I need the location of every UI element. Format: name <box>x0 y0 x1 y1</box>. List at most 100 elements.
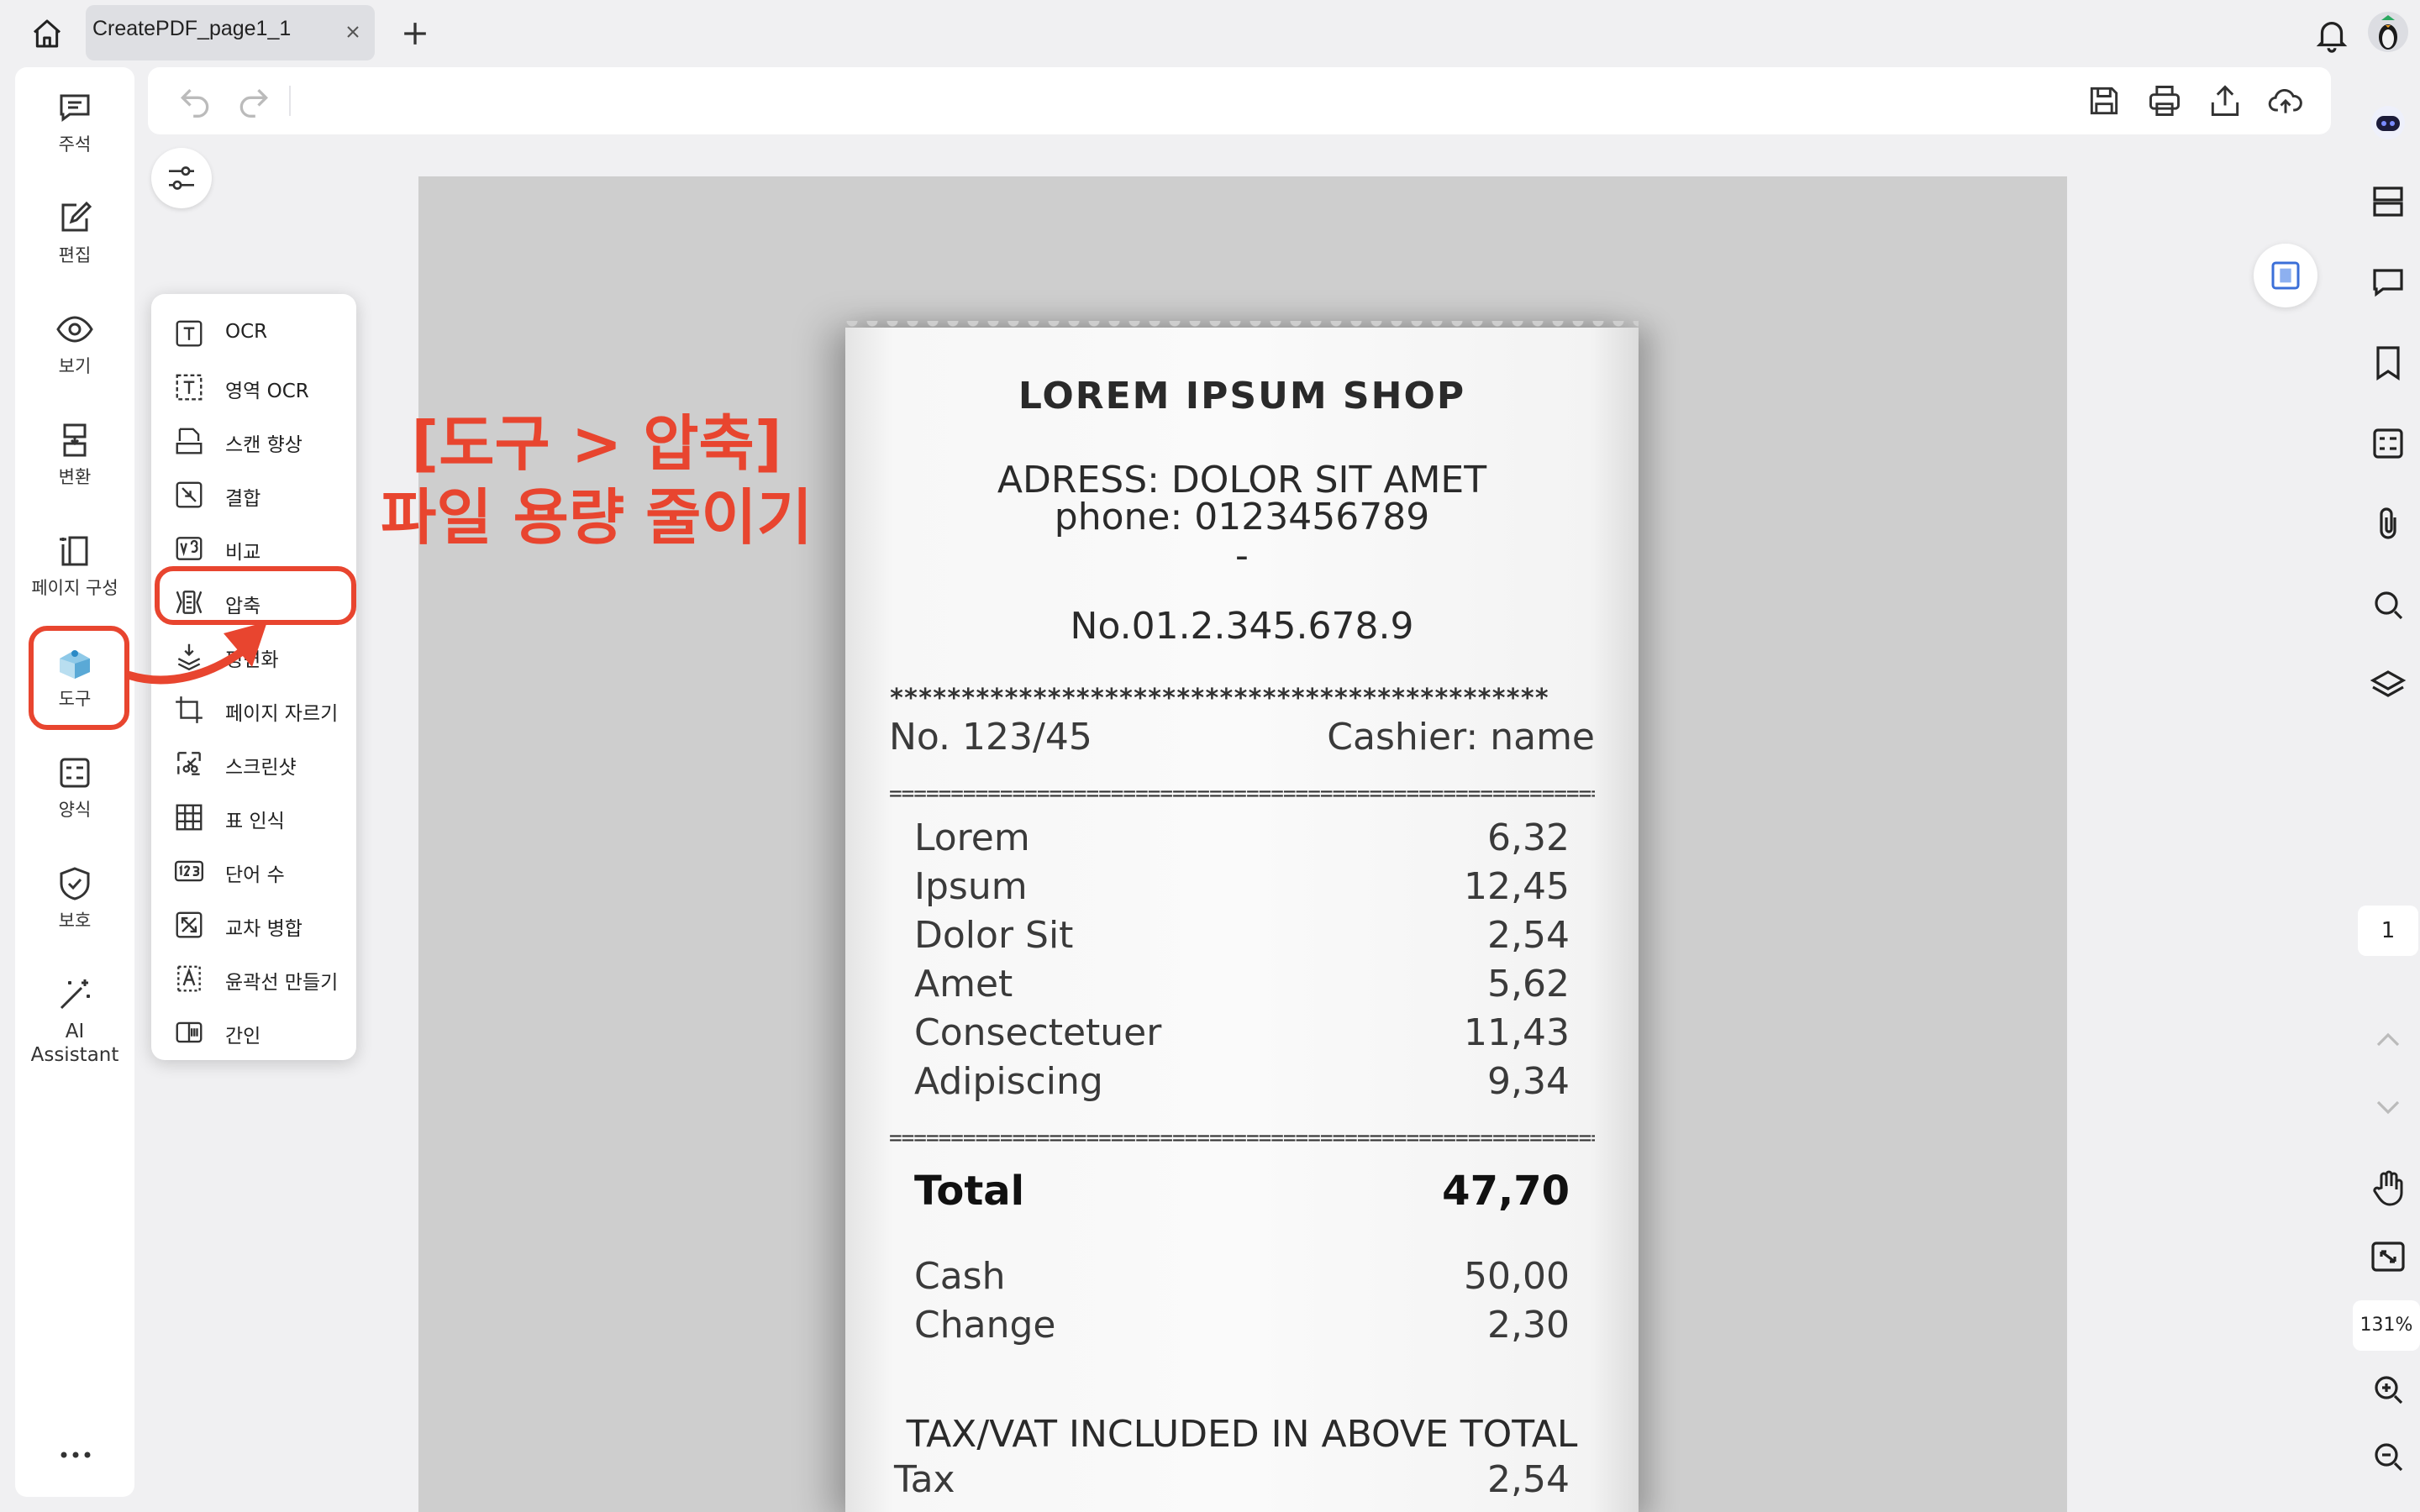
sidebar-item-view[interactable]: 보기 <box>15 309 134 378</box>
cloud-upload-icon[interactable] <box>2267 82 2304 119</box>
form-icon <box>55 753 95 793</box>
eye-icon <box>55 309 95 349</box>
zoom-out-icon[interactable] <box>2368 1436 2408 1477</box>
document-scan-icon <box>2271 261 2300 290</box>
menu-item-ocr[interactable]: OCR <box>151 306 356 360</box>
bell-icon[interactable] <box>2312 15 2351 54</box>
document-canvas[interactable]: LOREM IPSUM SHOP ADRESS: DOLOR SIT AMET … <box>418 176 2067 1512</box>
close-icon[interactable] <box>343 22 363 42</box>
screenshot-icon <box>173 748 205 780</box>
annotation-line-1: [도구 > 압축] <box>411 408 782 479</box>
combine-icon <box>173 479 205 511</box>
menu-item-label: 교차 병합 <box>225 918 302 940</box>
menu-item-word-count[interactable]: 단어 수 <box>151 843 356 897</box>
comment-panel-icon[interactable] <box>2368 262 2408 302</box>
print-icon[interactable] <box>2146 82 2183 119</box>
menu-item-label: 영역 OCR <box>225 381 309 402</box>
receipt-total-value: 47,70 <box>1442 1168 1570 1215</box>
sidebar-item-label: 페이지 구성 <box>31 578 118 598</box>
edit-icon <box>55 198 95 239</box>
receipt-shop-name: LOREM IPSUM SHOP <box>1018 375 1466 417</box>
tab-title: CreatePDF_page1_1 <box>92 17 292 40</box>
shield-icon <box>55 864 95 904</box>
receipt-item-name: Amet <box>914 963 1013 1005</box>
receipt-header-row: No. 123/45 Cashier: name <box>889 716 1595 759</box>
receipt-torn-edge <box>845 321 1639 334</box>
menu-item-label: 스캔 향상 <box>225 434 302 456</box>
undo-icon[interactable] <box>176 82 213 119</box>
receipt-item-row: Lorem 6,32 <box>914 816 1570 859</box>
sidebar-item-edit[interactable]: 편집 <box>15 198 134 267</box>
tools-highlight-outline <box>29 626 129 730</box>
top-bar: CreatePDF_page1_1 <box>0 0 2420 67</box>
menu-item-cross-merge[interactable]: 교차 병합 <box>151 897 356 951</box>
ocr-icon <box>173 318 205 349</box>
sidebar-item-convert[interactable]: 변환 <box>15 420 134 489</box>
save-icon[interactable] <box>2086 82 2123 119</box>
page-number-field[interactable]: 1 <box>2358 906 2418 956</box>
menu-item-label: 비교 <box>225 542 261 564</box>
divider <box>289 86 291 116</box>
receipt-order-no: No. 123/45 <box>889 716 1092 759</box>
attachment-icon[interactable] <box>2368 504 2408 544</box>
layout-icon[interactable] <box>2368 181 2408 222</box>
menu-item-label: 결합 <box>225 488 261 510</box>
menu-item-seal[interactable]: 간인 <box>151 1005 356 1058</box>
menu-item-outline[interactable]: 윤곽선 만들기 <box>151 951 356 1005</box>
menu-item-label: OCR <box>225 321 268 343</box>
share-icon[interactable] <box>2207 82 2244 119</box>
search-icon[interactable] <box>2368 585 2408 625</box>
sidebar-item-label: 편집 <box>58 245 92 265</box>
menu-item-table-recognize[interactable]: 표 인식 <box>151 790 356 843</box>
receipt-item-price: 2,54 <box>1487 914 1570 957</box>
compare-icon <box>173 533 205 564</box>
more-icon[interactable] <box>57 1446 94 1463</box>
word-count-icon <box>173 855 205 887</box>
receipt-cash-row: Cash 50,00 <box>914 1255 1570 1298</box>
receipt-item-name: Consectetuer <box>914 1011 1162 1054</box>
menu-item-scan-enhance[interactable]: 스캔 향상 <box>151 413 356 467</box>
receipt-item-row: Consectetuer 11,43 <box>914 1011 1570 1054</box>
cross-merge-icon <box>173 909 205 941</box>
zoom-in-icon[interactable] <box>2368 1369 2408 1410</box>
sidebar-item-page-organize[interactable]: 페이지 구성 <box>15 531 134 600</box>
sidebar-item-comment[interactable]: 주석 <box>15 87 134 156</box>
menu-item-screenshot[interactable]: 스크린샷 <box>151 736 356 790</box>
menu-item-area-ocr[interactable]: 영역 OCR <box>151 360 356 413</box>
receipt-item-price: 6,32 <box>1487 816 1570 859</box>
sliders-icon <box>169 166 194 190</box>
home-icon[interactable] <box>27 13 67 54</box>
page-organize-icon <box>55 531 95 571</box>
display-settings-button[interactable] <box>151 148 212 208</box>
menu-item-combine[interactable]: 결합 <box>151 467 356 521</box>
receipt-change-label: Change <box>914 1304 1056 1347</box>
document-tab[interactable]: CreatePDF_page1_1 <box>86 5 375 60</box>
ai-float-button[interactable] <box>2254 244 2317 307</box>
instruction-annotation: [도구 > 압축] 파일 용량 줄이기 <box>353 407 840 554</box>
chevron-up-icon[interactable] <box>2368 1020 2408 1060</box>
avatar[interactable] <box>2368 12 2408 52</box>
chevron-down-icon[interactable] <box>2368 1087 2408 1127</box>
plus-icon[interactable] <box>397 15 434 52</box>
receipt-change-row: Change 2,30 <box>914 1304 1570 1347</box>
receipt-item-price: 9,34 <box>1487 1060 1570 1103</box>
receipt-item-row: Amet 5,62 <box>914 963 1570 1005</box>
receipt-page: LOREM IPSUM SHOP ADRESS: DOLOR SIT AMET … <box>845 321 1639 1512</box>
zoom-level[interactable]: 131% <box>2353 1300 2420 1351</box>
form-fields-icon[interactable] <box>2368 423 2408 464</box>
receipt-item-name: Adipiscing <box>914 1060 1103 1103</box>
hand-tool-icon[interactable] <box>2368 1168 2408 1208</box>
bookmark-icon[interactable] <box>2368 343 2408 383</box>
fit-page-icon[interactable] <box>2368 1236 2408 1277</box>
receipt-total-row: Total 47,70 <box>914 1168 1570 1215</box>
ai-robot-icon[interactable] <box>2368 102 2408 143</box>
receipt-item-row: Dolor Sit 2,54 <box>914 914 1570 957</box>
receipt-number: No.01.2.345.678.9 <box>1070 605 1414 648</box>
redo-icon[interactable] <box>235 82 272 119</box>
sidebar-item-form[interactable]: 양식 <box>15 753 134 822</box>
sidebar-item-protect[interactable]: 보호 <box>15 864 134 932</box>
sidebar-item-ai-assistant[interactable]: AI Assistant <box>15 974 134 1067</box>
menu-item-label: 간인 <box>225 1026 261 1047</box>
layers-icon[interactable] <box>2368 665 2408 706</box>
receipt-cash-value: 50,00 <box>1464 1255 1570 1298</box>
